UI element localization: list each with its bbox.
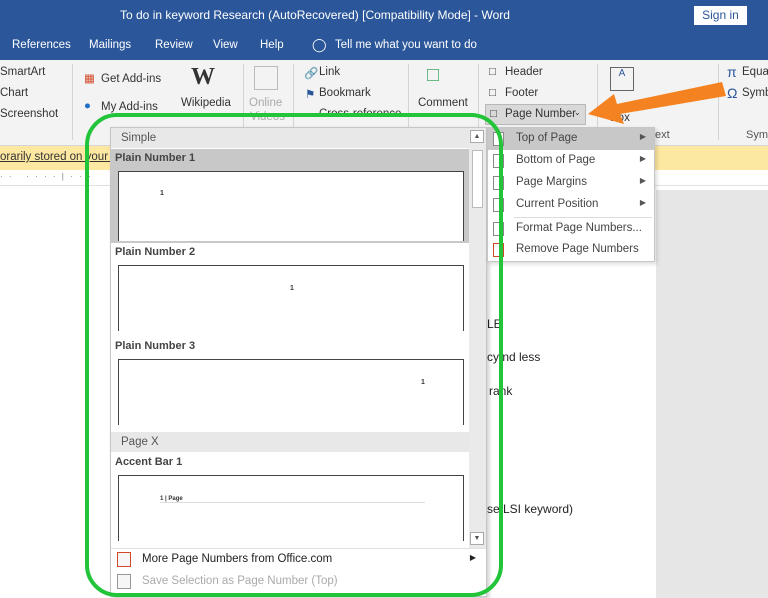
page-number-icon: □ — [490, 108, 497, 120]
sign-in-button[interactable]: Sign in — [694, 6, 747, 25]
my-addins-icon: ● — [84, 100, 91, 112]
submenu-arrow-icon: ▶ — [639, 132, 646, 141]
get-addins-button[interactable]: Get Add-ins — [101, 73, 161, 85]
menu-label: Top of Page — [516, 132, 578, 144]
tab-references[interactable]: References — [12, 39, 71, 51]
menu-item-current-position[interactable]: Current Position ▶ — [488, 194, 654, 216]
tab-review[interactable]: Review — [155, 39, 193, 51]
menu-label: Format Page Numbers... — [516, 222, 642, 234]
menu-label: Remove Page Numbers — [516, 243, 639, 255]
header-button[interactable]: Header — [505, 66, 543, 78]
store-icon: ▦ — [84, 73, 95, 85]
tab-mailings[interactable]: Mailings — [89, 39, 131, 51]
orange-arrow-annotation — [588, 82, 726, 124]
submenu-arrow-icon: ▶ — [639, 176, 646, 185]
online-videos-button[interactable]: Online — [249, 97, 282, 109]
bookmark-icon: ⚑ — [305, 89, 316, 101]
header-icon: □ — [489, 66, 496, 78]
page-number-label: Page Number — [505, 108, 576, 120]
smartart-button[interactable]: SmartArt — [0, 66, 45, 78]
comment-icon: □ — [427, 64, 440, 86]
footer-icon: □ — [489, 87, 496, 99]
online-video-icon — [254, 66, 278, 90]
menu-label: Bottom of Page — [516, 154, 596, 166]
submenu-arrow-icon: ▶ — [639, 154, 646, 163]
wikipedia-button[interactable]: Wikipedia — [181, 97, 231, 109]
ribbon-tabs: References Mailings Review View Help ◯ T… — [0, 31, 768, 60]
my-addins-button[interactable]: My Add-ins — [101, 101, 158, 113]
comment-button[interactable]: Comment — [418, 97, 468, 109]
tab-view[interactable]: View — [213, 39, 238, 51]
menu-item-top-of-page[interactable]: Top of Page ▶ — [488, 128, 654, 150]
submenu-arrow-icon: ▶ — [639, 198, 646, 207]
wikipedia-icon: W — [191, 64, 215, 90]
menu-item-page-margins[interactable]: Page Margins ▶ — [488, 172, 654, 194]
menu-label: Page Margins — [516, 176, 587, 188]
document-margin-area — [656, 190, 768, 598]
group-label-symbols: Symb — [746, 129, 768, 141]
symbol-button[interactable]: Symb — [742, 87, 768, 99]
menu-item-format-page-numbers[interactable]: Format Page Numbers... — [488, 218, 654, 240]
chart-button[interactable]: Chart — [0, 87, 28, 99]
link-icon: 🔗 — [304, 68, 319, 80]
lightbulb-icon: ◯ — [312, 37, 327, 52]
page-number-submenu: Top of Page ▶ Bottom of Page ▶ Page Margin… — [487, 127, 655, 262]
tell-me-search[interactable]: Tell me what you want to do — [335, 39, 477, 51]
menu-label: Current Position — [516, 198, 599, 210]
screenshot-button[interactable]: Screenshot — [0, 108, 58, 120]
group-label-text: ext — [655, 129, 670, 141]
footer-button[interactable]: Footer — [505, 87, 538, 99]
arrow-icon — [588, 82, 726, 124]
link-button[interactable]: Link — [319, 66, 340, 78]
highlight-ring — [85, 113, 503, 597]
equation-button[interactable]: Equa — [742, 66, 768, 78]
window-title: To do in keyword Research (AutoRecovered… — [120, 8, 510, 22]
page-number-button[interactable]: □ Page Number ⌄ — [485, 104, 586, 125]
bookmark-button[interactable]: Bookmark — [319, 87, 371, 99]
menu-item-bottom-of-page[interactable]: Bottom of Page ▶ — [488, 150, 654, 172]
tab-help[interactable]: Help — [260, 39, 284, 51]
menu-item-remove-page-numbers[interactable]: Remove Page Numbers — [488, 239, 654, 261]
